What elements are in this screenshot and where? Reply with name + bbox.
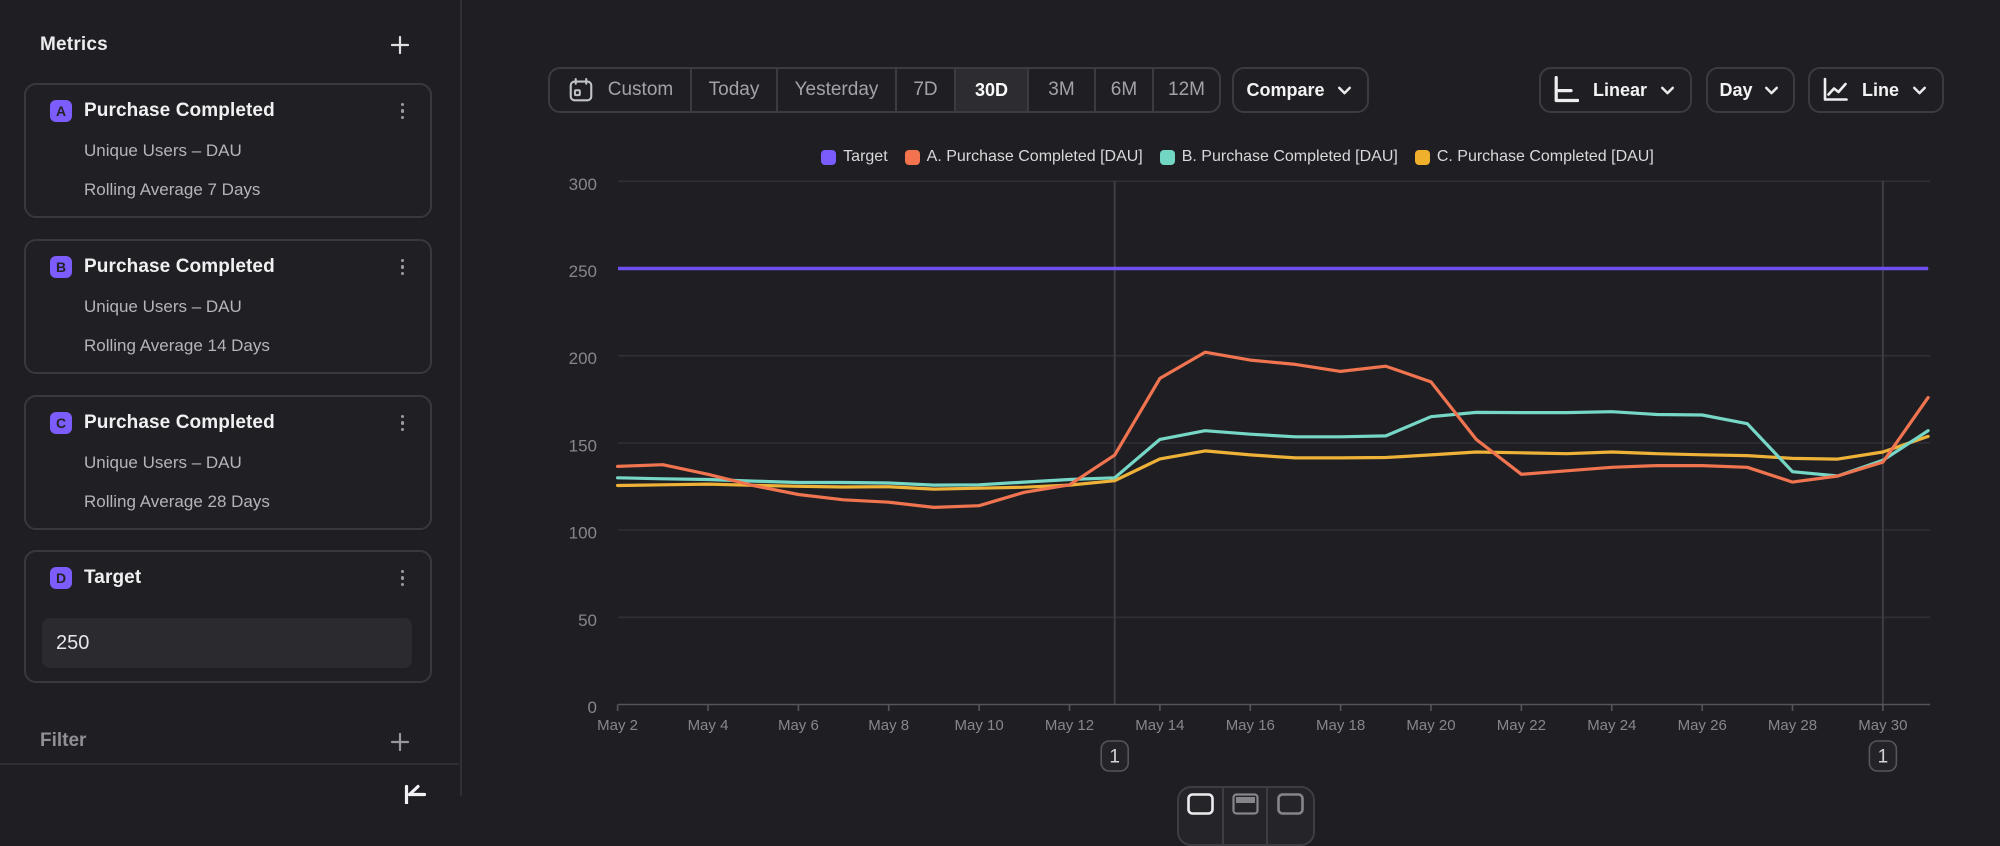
svg-text:May 8: May 8 — [868, 717, 909, 734]
svg-text:1: 1 — [1878, 747, 1889, 768]
svg-text:May 6: May 6 — [778, 717, 819, 734]
svg-text:200: 200 — [569, 349, 597, 368]
svg-text:May 20: May 20 — [1406, 717, 1455, 734]
svg-text:May 30: May 30 — [1858, 717, 1907, 734]
svg-text:May 24: May 24 — [1587, 717, 1636, 734]
svg-text:150: 150 — [569, 436, 597, 455]
svg-text:May 18: May 18 — [1316, 717, 1365, 734]
svg-text:50: 50 — [578, 611, 597, 630]
svg-text:May 2: May 2 — [597, 717, 638, 734]
svg-text:May 4: May 4 — [688, 717, 729, 734]
svg-text:May 16: May 16 — [1226, 717, 1275, 734]
svg-text:May 14: May 14 — [1135, 717, 1184, 734]
svg-text:May 12: May 12 — [1045, 717, 1094, 734]
svg-text:1: 1 — [1109, 747, 1120, 768]
svg-text:May 22: May 22 — [1497, 717, 1546, 734]
svg-text:250: 250 — [569, 262, 597, 281]
svg-text:May 28: May 28 — [1768, 717, 1817, 734]
svg-text:100: 100 — [569, 524, 597, 543]
svg-text:300: 300 — [569, 175, 597, 194]
svg-text:0: 0 — [588, 698, 597, 717]
svg-text:May 26: May 26 — [1678, 717, 1727, 734]
svg-text:May 10: May 10 — [954, 717, 1003, 734]
